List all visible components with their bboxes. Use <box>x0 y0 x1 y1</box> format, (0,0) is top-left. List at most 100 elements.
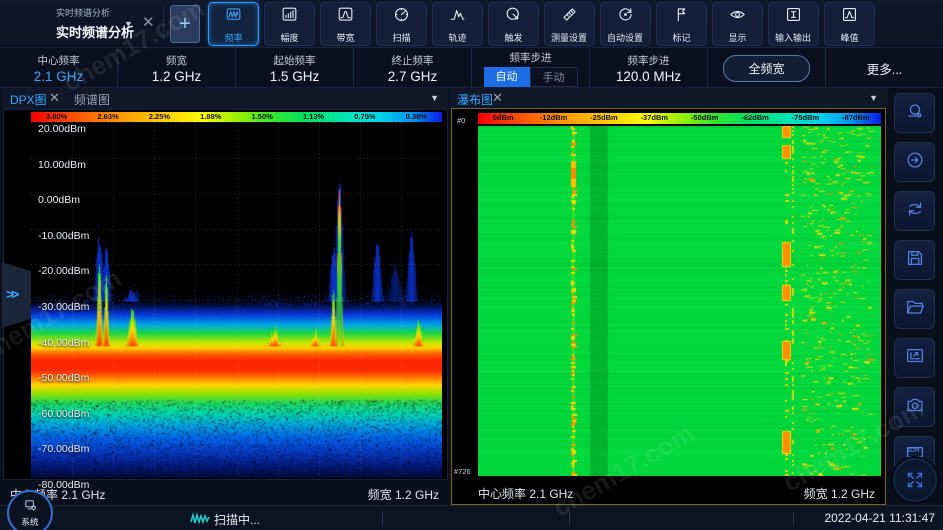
preset-icon <box>904 100 926 127</box>
chevron-down-icon[interactable]: ▼ <box>124 19 133 29</box>
peak-icon <box>840 5 859 29</box>
span-readout: 频宽 1.2 GHz <box>368 486 439 503</box>
frequency-settings-row: 中心频率 2.1 GHz 频宽 1.2 GHz 起始频率 1.5 GHz 终止频… <box>0 48 943 88</box>
divider <box>382 511 383 526</box>
density-scale-label: 2.63% <box>82 112 133 122</box>
density-scale-label: 1.50% <box>237 112 288 122</box>
screenshot-icon <box>904 394 926 421</box>
density-scale-label: 1.13% <box>288 112 339 122</box>
screenshot-button[interactable] <box>894 387 935 427</box>
field-value: 1.2 GHz <box>152 69 202 84</box>
toolbar-button-group: 频率 幅度带宽 扫描 轨迹 触发 测量设置自动设置 标记 显示 输入输出峰值 <box>208 2 875 46</box>
divider <box>569 511 570 526</box>
density-scale-label: 3.00% <box>31 112 82 122</box>
collapse-button[interactable] <box>893 458 937 502</box>
auto-setup-icon <box>616 5 635 29</box>
window-tab[interactable]: 实时频谱分析 实时频谱分析 ▼ ✕ <box>0 0 162 48</box>
toolbar-button-marker[interactable]: 标记 <box>656 2 707 46</box>
density-scale-label: 1.88% <box>185 112 236 122</box>
frame-last-label: #726 <box>454 467 471 476</box>
tab-dpx[interactable]: DPX图 <box>10 91 47 108</box>
toolbar-button-sweep[interactable]: 扫描 <box>376 2 427 46</box>
toolbar-button-label: 标记 <box>672 30 690 43</box>
toolbar-button-display[interactable]: 显示 <box>712 2 763 46</box>
datetime-readout: 2022-04-21 11:31:47 <box>824 511 935 525</box>
toolbar-button-measure-setup[interactable]: 测量设置 <box>544 2 595 46</box>
full-span-button[interactable]: 全频宽 <box>723 55 809 82</box>
toolbar-button-frequency[interactable]: 频率 <box>208 2 259 46</box>
tab-close-icon[interactable]: ✕ <box>492 90 503 106</box>
frequency-icon <box>224 5 243 29</box>
preset-button[interactable] <box>894 93 935 133</box>
toolbar-button-label: 触发 <box>504 30 522 43</box>
marker-icon <box>672 5 691 29</box>
field-start-frequency[interactable]: 起始频率 1.5 GHz <box>236 48 354 88</box>
field-label: 起始频率 <box>274 53 316 68</box>
run-button[interactable] <box>894 142 935 182</box>
y-axis-tick: 10.00dBm <box>38 159 86 171</box>
trigger-icon <box>504 5 523 29</box>
dpx-panel: DPX图 ✕ 频谱图 ▼ 3.00%2.63%2.25%1.88%1.50%1.… <box>2 88 449 505</box>
bandwidth-icon <box>336 5 355 29</box>
y-axis-tick: -70.00dBm <box>38 443 89 455</box>
save-icon <box>904 247 926 274</box>
open-button[interactable] <box>894 289 935 329</box>
toolbar-button-auto-setup[interactable]: 自动设置 <box>600 2 651 46</box>
amplitude-scale-label: -12dBm <box>528 113 578 124</box>
tab-close-icon[interactable]: ✕ <box>49 90 60 106</box>
run-icon <box>904 149 926 176</box>
scan-waveform-icon <box>190 512 210 529</box>
field-span[interactable]: 频宽 1.2 GHz <box>118 48 236 88</box>
add-view-button[interactable]: + <box>170 5 200 43</box>
system-button[interactable]: 系统 <box>7 490 53 530</box>
chevron-down-icon[interactable]: ▼ <box>430 93 439 103</box>
toolbar-button-label: 自动设置 <box>607 30 643 43</box>
dpx-spectrum-canvas[interactable] <box>31 122 442 478</box>
toolbar-button-label: 峰值 <box>840 30 858 43</box>
y-axis-tick: -20.00dBm <box>38 265 89 277</box>
side-panel-handle[interactable]: >> <box>2 262 31 328</box>
waterfall-box: #0 0dBm-12dBm-25dBm-37dBm-50dBm-62dBm-75… <box>451 108 886 505</box>
step-auto-button[interactable]: 自动 <box>484 67 530 87</box>
save-button[interactable] <box>894 240 935 280</box>
density-scale-label: 2.25% <box>134 112 185 122</box>
scan-status-text: 扫描中... <box>214 511 260 528</box>
toolbar-button-label: 频率 <box>224 30 242 43</box>
toolbar-button-trace[interactable]: 轨迹 <box>432 2 483 46</box>
waterfall-panel-footer: 中心频率 2.1 GHz 频宽 1.2 GHz <box>452 480 885 504</box>
waterfall-canvas[interactable] <box>478 126 881 476</box>
step-mode-toggle: 自动 手动 <box>484 67 578 87</box>
more-button[interactable]: 更多... <box>861 58 908 79</box>
input-output-icon <box>784 5 803 29</box>
status-bar: 系统 扫描中... 2022-04-21 11:31:47 <box>0 505 943 530</box>
tab-waterfall[interactable]: 瀑布图 <box>457 91 493 108</box>
toolbar-button-label: 轨迹 <box>448 30 466 43</box>
field-label: 终止频率 <box>392 53 434 68</box>
amplitude-scale-label: -25dBm <box>579 113 629 124</box>
sync-button[interactable] <box>894 191 935 231</box>
toolbar-button-label: 扫描 <box>392 30 410 43</box>
amplitude-icon <box>280 5 299 29</box>
field-stop-frequency[interactable]: 终止频率 2.7 GHz <box>354 48 472 88</box>
toolbar-button-label: 显示 <box>728 30 746 43</box>
y-axis-tick: -40.00dBm <box>38 337 89 349</box>
close-icon[interactable]: ✕ <box>142 13 155 31</box>
toolbar-button-amplitude[interactable]: 幅度 <box>264 2 315 46</box>
toolbar-button-trigger[interactable]: 触发 <box>488 2 539 46</box>
chevron-down-icon[interactable]: ▼ <box>869 93 878 103</box>
toolbar-button-label: 带宽 <box>336 30 354 43</box>
step-manual-button[interactable]: 手动 <box>530 67 578 87</box>
toolbar-button-input-output[interactable]: 输入输出 <box>768 2 819 46</box>
waterfall-panel-header: 瀑布图 ✕ ▼ <box>450 88 888 109</box>
field-center-frequency[interactable]: 中心频率 2.1 GHz <box>0 48 118 88</box>
tab-spectrum[interactable]: 频谱图 <box>74 91 110 108</box>
amplitude-scale-bar: 0dBm-12dBm-25dBm-37dBm-50dBm-62dBm-75dBm… <box>478 113 881 124</box>
toolbar-button-bandwidth[interactable]: 带宽 <box>320 2 371 46</box>
field-value: 2.7 GHz <box>388 69 438 84</box>
more-column: 更多... <box>826 48 943 88</box>
display-setup-button[interactable] <box>894 338 935 378</box>
y-axis-tick: -10.00dBm <box>38 230 89 242</box>
field-step-value[interactable]: 频率步进 120.0 MHz <box>590 48 708 88</box>
toolbar-button-peak[interactable]: 峰值 <box>824 2 875 46</box>
amplitude-scale-label: -75dBm <box>780 113 830 124</box>
